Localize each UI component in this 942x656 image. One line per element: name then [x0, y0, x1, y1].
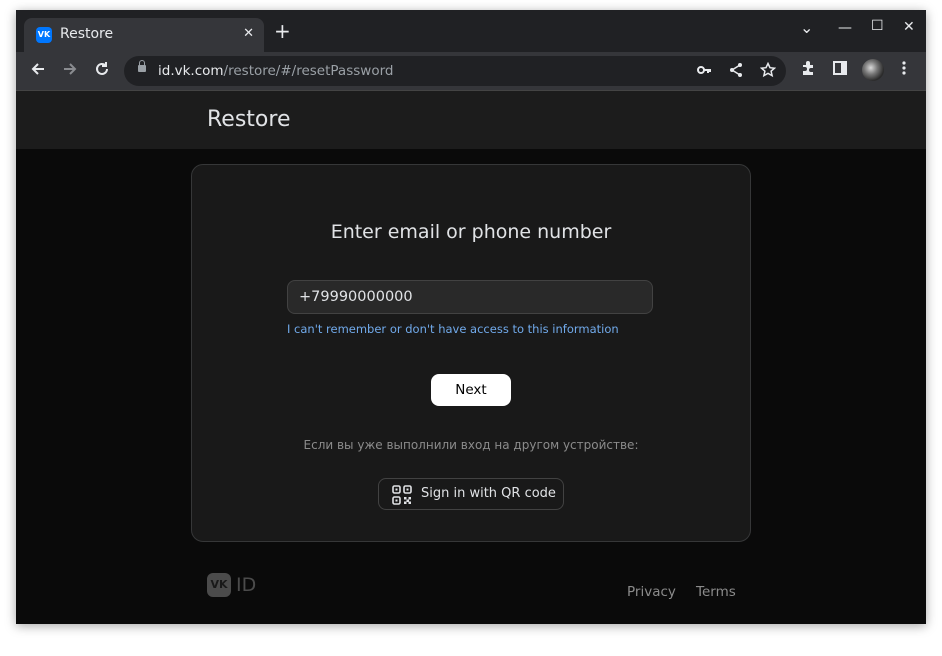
lock-icon[interactable]: [138, 60, 146, 72]
terms-link[interactable]: Terms: [696, 584, 736, 600]
tab-title: Restore: [60, 26, 114, 42]
tab-search-icon[interactable]: ⌄: [800, 18, 813, 37]
browser-window: VK Restore ✕ + ⌄ — ☐ ✕ id.vk.com/restore…: [16, 10, 926, 624]
vk-id-text: ID: [236, 574, 257, 596]
other-device-hint: Если вы уже выполнили вход на другом уст…: [303, 438, 639, 452]
browser-toolbar: id.vk.com/restore/#/resetPassword: [16, 52, 926, 90]
tab-close-icon[interactable]: ✕: [243, 26, 254, 41]
page-title: Restore: [207, 107, 291, 132]
back-icon[interactable]: [27, 60, 49, 82]
qr-button-label: Sign in with QR code: [421, 486, 556, 501]
tab-restore[interactable]: VK Restore ✕: [24, 18, 264, 52]
profile-avatar[interactable]: [862, 59, 884, 81]
star-icon[interactable]: [759, 61, 777, 82]
side-panel-icon[interactable]: [832, 60, 848, 80]
minimize-icon[interactable]: —: [838, 20, 852, 36]
no-access-link[interactable]: I can't remember or don't have access to…: [287, 322, 619, 336]
forward-icon[interactable]: [59, 60, 81, 82]
vk-favicon-icon: VK: [36, 27, 52, 43]
share-icon[interactable]: [728, 62, 744, 82]
card-heading: Enter email or phone number: [330, 221, 612, 243]
next-button[interactable]: Next: [431, 374, 511, 406]
new-tab-button[interactable]: +: [274, 20, 291, 42]
key-icon[interactable]: [696, 62, 712, 82]
vk-logo-icon: VK: [207, 573, 231, 597]
url-text[interactable]: id.vk.com/restore/#/resetPassword: [158, 63, 393, 79]
url-path: /restore/#/resetPassword: [223, 63, 394, 79]
close-window-icon[interactable]: ✕: [903, 19, 915, 35]
page-content: Restore Enter email or phone number I ca…: [16, 90, 926, 624]
extensions-icon[interactable]: [800, 60, 816, 80]
qr-sign-in-button[interactable]: Sign in with QR code: [378, 478, 564, 510]
privacy-link[interactable]: Privacy: [627, 584, 676, 600]
address-bar[interactable]: id.vk.com/restore/#/resetPassword: [124, 56, 786, 86]
page-header: Restore: [16, 90, 926, 149]
menu-icon[interactable]: [896, 60, 912, 80]
phone-input[interactable]: [287, 280, 653, 314]
reload-icon[interactable]: [91, 60, 113, 82]
restore-card: Enter email or phone number I can't reme…: [191, 164, 751, 542]
qr-code-icon: [392, 485, 412, 505]
url-host: id.vk.com: [158, 63, 224, 79]
tab-strip: VK Restore ✕ + ⌄ — ☐ ✕: [16, 10, 926, 52]
maximize-icon[interactable]: ☐: [871, 18, 884, 34]
